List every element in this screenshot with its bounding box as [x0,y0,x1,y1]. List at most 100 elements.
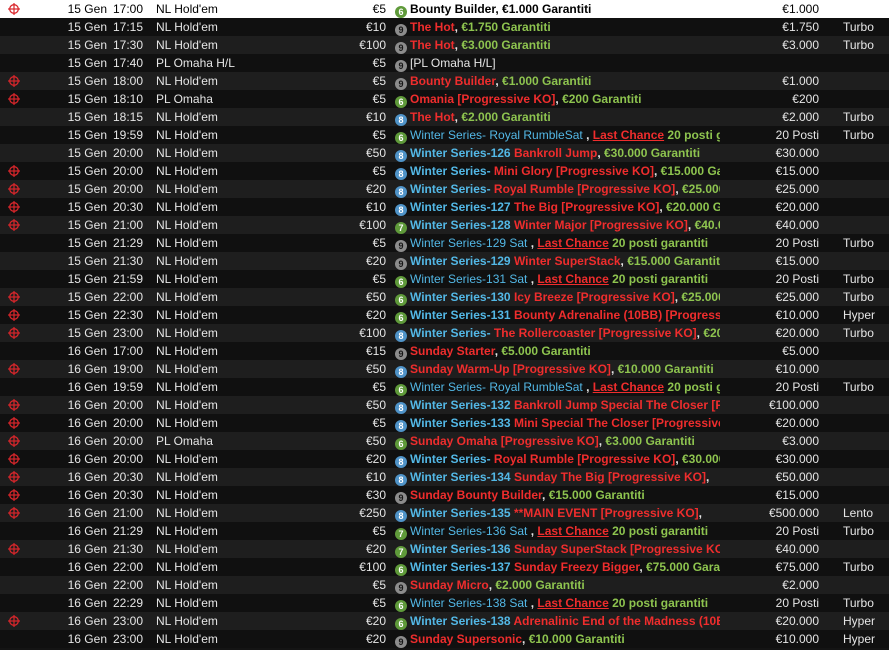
tournament-game-type: NL Hold'em [156,128,218,142]
tournament-date: 16 Gen [67,416,107,430]
tournament-row[interactable]: 15 Gen 22:30 NL Hold'em €20 6 Winter Series-1… [0,306,889,324]
tournament-name: 8 Winter Series- Royal Rumble [Progressiv… [395,450,720,468]
tournament-row[interactable]: 15 Gen 22:00 NL Hold'em €50 6 Winter Series-1… [0,288,889,306]
tournament-name: 8 Winter Series-127 The Big [Progressive … [395,198,720,216]
tournament-row[interactable]: 16 Gen 22:29 NL Hold'em €5 6 Winter Series-13… [0,594,889,612]
tournament-row[interactable]: 16 Gen 23:00 NL Hold'em €20 6 Winter Series-1… [0,612,889,630]
tournament-buyin: €5 [372,272,386,286]
tournament-row[interactable]: 16 Gen 20:00 NL Hold'em €50 8 Winter Series-1… [0,396,889,414]
tournament-time: 18:00 [113,74,144,88]
tournament-time: 18:10 [113,92,144,106]
tournament-row[interactable]: 15 Gen 21:59 NL Hold'em €5 6 Winter Series-13… [0,270,889,288]
tournament-name-part: €25.000 Garantiti [681,182,720,196]
tournament-name-part: 20 posti garantiti [608,236,709,250]
tournament-buyin: €250 [359,506,386,520]
tournament-speed: Hyper [843,614,876,628]
tournament-name: 6 Winter Series-131 Bounty Adrenaline (10… [395,306,720,324]
tournament-name-part: Winter Series- Royal RumbleSat [410,128,587,142]
tournament-name-part: Bounty Builder [410,74,496,88]
tournament-name: 8 Sunday Warm-Up [Progressive KO], €10.00… [395,360,720,378]
tournament-row[interactable]: 16 Gen 21:29 NL Hold'em €5 7 Winter Series-13… [0,522,889,540]
tournament-name-part: €2.000 Garantiti [495,578,585,592]
tournament-prize: €10.000 [775,632,819,646]
tournament-date: 16 Gen [67,398,107,412]
tournament-row[interactable]: 16 Gen 23:00 NL Hold'em €20 9 Sunday Superson… [0,630,889,648]
tournament-name-part: Royal Rumble [Progressive KO] [493,182,676,196]
tournament-game-type: NL Hold'em [156,524,218,538]
tournament-name-part: Bounty Adrenaline (10BB) [Progressive KO… [513,308,720,322]
tournament-buyin: €30 [365,488,386,502]
tournament-name-part: Last Chance [592,128,665,142]
tournament-row[interactable]: 15 Gen 21:30 NL Hold'em €20 9 Winter Series-1… [0,252,889,270]
tournament-row[interactable]: 16 Gen 20:30 NL Hold'em €30 9 Sunday Bounty B… [0,486,889,504]
table-size-badge-icon: 8 [395,186,407,198]
tournament-speed: Turbo [843,596,874,610]
tournament-name: 9 The Hot, €1.750 Garantiti [395,18,720,36]
tournament-row[interactable]: 15 Gen 17:00 NL Hold'em €5 6 Bounty Builder, … [0,0,889,18]
tournament-row[interactable]: 15 Gen 20:00 NL Hold'em €50 8 Winter Series-1… [0,144,889,162]
tournament-row[interactable]: 16 Gen 20:00 NL Hold'em €5 8 Winter Series-13… [0,414,889,432]
tournament-date: 15 Gen [67,236,107,250]
tournament-name-part: €10.000 Garantiti [617,362,714,376]
tournament-name: 6 Winter Series-138 Sat , Last Chance 20 … [395,594,720,612]
tournament-prize: €10.000 [775,308,819,322]
table-size-badge-icon: 8 [395,366,407,378]
tournament-row[interactable]: 16 Gen 22:00 NL Hold'em €5 9 Sunday Micro, €2… [0,576,889,594]
tournament-name: 6 Winter Series-130 Icy Breeze [Progressi… [395,288,720,306]
tournament-date: 15 Gen [67,290,107,304]
tournament-prize: €20.000 [775,326,819,340]
tournament-name-part: , [495,74,503,88]
tournament-row[interactable]: 15 Gen 20:00 NL Hold'em €20 8 Winter Series- … [0,180,889,198]
tournament-prize: €40.000 [775,218,819,232]
tournament-row[interactable]: 15 Gen 18:10 PL Omaha €5 6 Omania [Progressiv… [0,90,889,108]
tournament-row[interactable]: 16 Gen 21:30 NL Hold'em €20 7 Winter Series-1… [0,540,889,558]
tournament-row[interactable]: 16 Gen 19:59 NL Hold'em €5 6 Winter Series- R… [0,378,889,396]
tournament-time: 17:00 [113,2,144,16]
tournament-buyin: €5 [372,524,386,538]
table-size-badge-icon: 9 [395,492,407,504]
tournament-row[interactable]: 16 Gen 20:30 NL Hold'em €10 8 Winter Series-1… [0,468,889,486]
tournament-buyin: €10 [365,20,386,34]
tournament-row[interactable]: 15 Gen 21:29 NL Hold'em €5 9 Winter Series-12… [0,234,889,252]
tournament-row[interactable]: 15 Gen 19:59 NL Hold'em €5 6 Winter Series- R… [0,126,889,144]
table-size-badge-icon: 7 [395,528,407,540]
tournament-name-part: €1.750 Garantiti [461,20,551,34]
tournament-row[interactable]: 15 Gen 20:00 NL Hold'em €5 8 Winter Series- M… [0,162,889,180]
tournament-name-part: Icy Breeze [Progressive KO] [513,290,675,304]
tournament-date: 16 Gen [67,488,107,502]
table-size-badge-icon: 9 [395,258,407,270]
tournament-name-part: **MAIN EVENT [Progressive KO] [513,506,699,520]
tournament-buyin: €20 [365,254,386,268]
tournament-time: 17:00 [113,344,144,358]
tournament-row[interactable]: 16 Gen 20:00 PL Omaha €50 6 Sunday Omaha [Pro… [0,432,889,450]
tournament-game-type: NL Hold'em [156,290,218,304]
tournament-row[interactable]: 15 Gen 17:30 NL Hold'em €100 9 The Hot, €3.00… [0,36,889,54]
tournament-row[interactable]: 16 Gen 22:00 NL Hold'em €100 6 Winter Series-… [0,558,889,576]
tournament-row[interactable]: 15 Gen 17:15 NL Hold'em €10 9 The Hot, €1.750… [0,18,889,36]
tournament-game-type: NL Hold'em [156,164,218,178]
tournament-time: 21:59 [113,272,144,286]
tournament-name-part: Winter Series- Royal RumbleSat [410,380,587,394]
tournament-time: 23:00 [113,326,144,340]
tournament-speed: Turbo [843,380,874,394]
tournament-row[interactable]: 15 Gen 18:15 NL Hold'em €10 8 The Hot, €2.000… [0,108,889,126]
tournament-row[interactable]: 16 Gen 21:00 NL Hold'em €250 8 Winter Series-… [0,504,889,522]
tournament-name-part: , [698,506,703,520]
tournament-row[interactable]: 16 Gen 17:00 NL Hold'em €15 9 Sunday Starter,… [0,342,889,360]
tournament-name-part: Winter SuperStack [513,254,621,268]
tournament-row[interactable]: 15 Gen 18:00 NL Hold'em €5 9 Bounty Builder, … [0,72,889,90]
tournament-buyin: €5 [372,2,386,16]
tournament-prize: €200 [792,92,819,106]
tournament-game-type: NL Hold'em [156,578,218,592]
tournament-row[interactable]: 15 Gen 21:00 NL Hold'em €100 7 Winter Series-… [0,216,889,234]
table-size-badge-icon: 9 [395,42,407,54]
table-size-badge-icon: 6 [395,312,407,324]
tournament-name-part: €1.000 Garantiti [502,2,592,16]
tournament-game-type: NL Hold'em [156,38,218,52]
tournament-row[interactable]: 15 Gen 20:30 NL Hold'em €10 8 Winter Series-1… [0,198,889,216]
tournament-row[interactable]: 16 Gen 20:00 NL Hold'em €20 8 Winter Series- … [0,450,889,468]
tournament-row[interactable]: 16 Gen 19:00 NL Hold'em €50 8 Sunday Warm-Up … [0,360,889,378]
tournament-row[interactable]: 15 Gen 23:00 NL Hold'em €100 8 Winter Series-… [0,324,889,342]
tournament-time: 22:29 [113,596,144,610]
tournament-row[interactable]: 15 Gen 17:40 PL Omaha H/L €5 9 [PL Omaha H/L] [0,54,889,72]
